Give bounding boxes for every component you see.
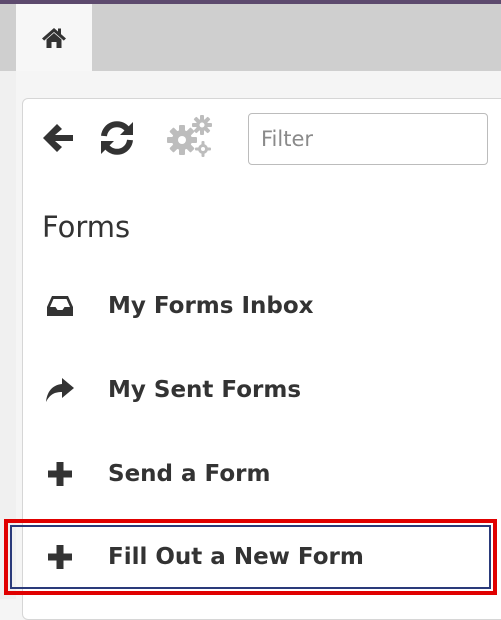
filter-input[interactable] [248, 113, 488, 165]
refresh-icon [101, 121, 133, 155]
home-icon [42, 27, 66, 48]
menu-item-label: Fill Out a New Form [108, 544, 364, 570]
menu-item-label: My Sent Forms [108, 377, 302, 403]
menu-item-fill-out-a-new-form[interactable]: Fill Out a New Form [24, 527, 500, 587]
refresh-button[interactable] [98, 119, 136, 157]
menu-item-label: My Forms Inbox [108, 293, 314, 319]
section-title: Forms [42, 210, 131, 244]
menu-item-my-sent-forms[interactable]: My Sent Forms [24, 360, 500, 420]
menu-item-send-a-form[interactable]: Send a Form [24, 444, 500, 504]
cogs-icon [167, 115, 212, 157]
plus-icon [40, 454, 80, 494]
menu-item-label: Send a Form [108, 461, 271, 487]
plus-icon [40, 537, 80, 577]
tab-bar [0, 4, 501, 71]
back-button[interactable] [40, 120, 76, 156]
left-strip [0, 71, 16, 599]
arrow-left-icon [43, 124, 73, 152]
settings-button[interactable] [162, 112, 218, 160]
inbox-icon [40, 286, 80, 326]
home-tab[interactable] [16, 4, 92, 71]
menu-item-my-forms-inbox[interactable]: My Forms Inbox [24, 276, 500, 336]
share-arrow-icon [40, 370, 80, 410]
